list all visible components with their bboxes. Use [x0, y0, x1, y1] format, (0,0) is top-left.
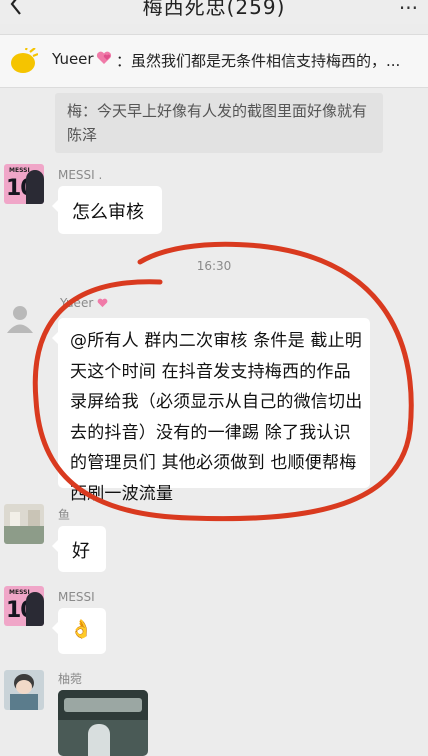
pinned-announcement[interactable]: Yueer ：虽然我们都是无条件相信支持梅西的，...: [0, 34, 428, 88]
quoted-message[interactable]: 梅：今天早上好像有人发的截图里面好像就有陈泽: [55, 93, 383, 153]
timestamp: 16:30: [196, 259, 232, 273]
sender-name: 柚菀: [58, 672, 83, 686]
message-bubble[interactable]: 怎么审核: [52, 186, 162, 234]
avatar-face: [16, 680, 32, 694]
thumbnail-overlay: [64, 698, 142, 712]
heart-icon: [97, 298, 108, 308]
quoted-message-text: 梅：今天早上好像有人发的截图里面好像就有陈泽: [67, 102, 368, 144]
avatar[interactable]: [4, 670, 44, 710]
avatar[interactable]: [4, 504, 44, 544]
announcement-author: Yueer: [52, 50, 94, 68]
thumbnail-player: [88, 724, 110, 756]
video-message-thumbnail[interactable]: [58, 690, 148, 756]
default-avatar-icon[interactable]: [4, 302, 36, 334]
sender-name: Yueer: [60, 296, 108, 310]
avatar-scene: [28, 510, 40, 526]
announcement-preview: ：虽然我们都是无条件相信支持梅西的，...: [116, 52, 401, 70]
message-bubble[interactable]: 👌: [52, 608, 106, 654]
message-text: 怎么审核: [72, 202, 144, 223]
avatar-body: [10, 694, 38, 710]
avatar-scene: [4, 526, 44, 544]
avatar-figure: [26, 170, 44, 204]
avatar-scene: [10, 512, 20, 526]
sender-name: MESSI: [58, 590, 95, 604]
message-bubble[interactable]: 好: [52, 526, 106, 572]
avatar[interactable]: MESSI 10: [4, 164, 44, 204]
megaphone-icon: [11, 48, 38, 73]
sender-name-text: Yueer: [60, 296, 94, 310]
announcement-message-text: @所有人 群内二次审核 条件是 截止明天这个时间 在抖音发支持梅西的作品 录屏给…: [70, 331, 363, 504]
heart-icon: [96, 51, 112, 64]
chat-header: 梅西死忠(259) ···: [0, 0, 428, 24]
avatar-figure: [26, 592, 44, 626]
sender-name: 鱼: [58, 508, 71, 522]
ok-hand-emoji: 👌: [70, 619, 93, 640]
avatar[interactable]: MESSI 10: [4, 586, 44, 626]
more-icon[interactable]: ···: [399, 0, 418, 20]
announcement-message-bubble[interactable]: @所有人 群内二次审核 条件是 截止明天这个时间 在抖音发支持梅西的作品 录屏给…: [52, 318, 370, 504]
chat-title: 梅西死忠(259): [142, 0, 286, 19]
sender-name: MESSI .: [58, 168, 103, 182]
message-text: 好: [72, 541, 90, 562]
